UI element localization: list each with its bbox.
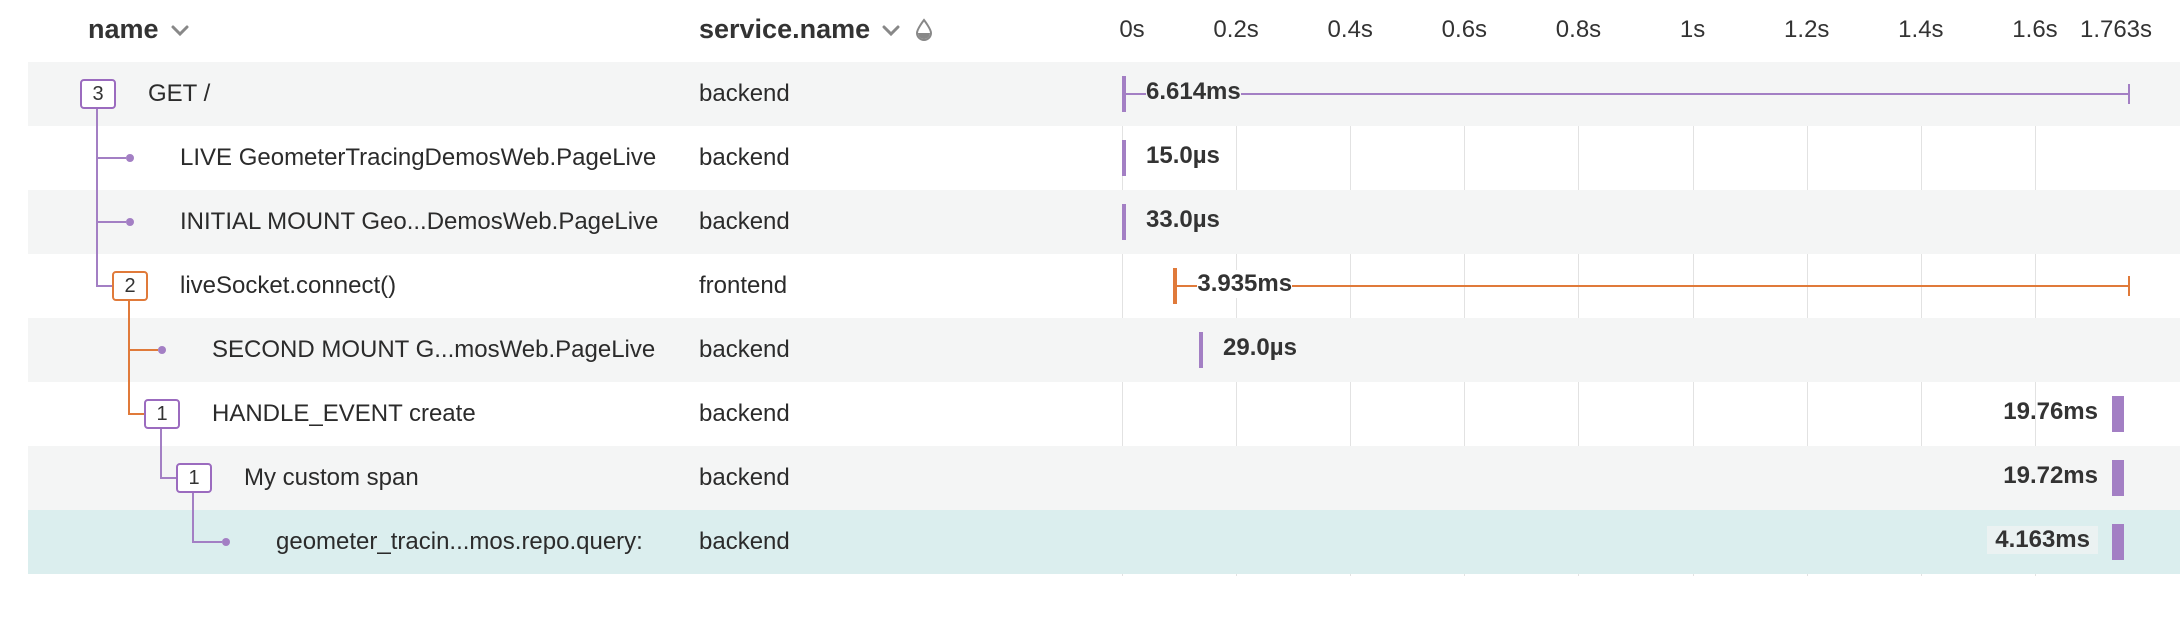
tree-connector-vertical [192,493,194,542]
span-duration-bar[interactable] [2112,460,2124,496]
span-duration-label: 19.72ms [2003,462,2098,489]
span-service-name: backend [699,336,790,363]
span-service-name: backend [699,528,790,555]
span-name: geometer_tracin...mos.repo.query: [276,528,643,555]
tree-connector-vertical [160,429,162,478]
span-whisker-line [1177,285,2128,287]
service-column-header[interactable]: service.name [699,14,934,45]
span-service-name: backend [699,80,790,107]
span-row[interactable]: liveSocket.connect() frontend 2 3.935ms [28,254,2180,318]
tree-connector-vertical [96,109,98,286]
span-row[interactable]: GET / backend 3 6.614ms [28,62,2180,126]
timeline-tick-label: 1.4s [1898,16,1944,43]
timeline-tick-label: 1.6s [2012,16,2058,43]
tree-connector-horizontal [128,349,158,351]
child-count-badge[interactable]: 2 [112,271,148,301]
chevron-down-icon[interactable] [169,19,191,41]
tree-connector-vertical [128,301,130,414]
span-duration-bar[interactable] [1199,332,1204,368]
span-row[interactable]: geometer_tracin...mos.repo.query: backend… [28,510,2180,574]
span-duration-label: 4.163ms [1987,526,2098,554]
span-duration-bar[interactable] [2112,396,2124,432]
span-name: INITIAL MOUNT Geo...DemosWeb.PageLive [180,208,659,235]
span-duration-label: 33.0µs [1146,206,1220,233]
span-whisker-line [1126,93,2128,95]
tree-connector-horizontal [128,413,144,415]
timeline-tick-label: 0s [1119,16,1145,43]
span-row[interactable]: INITIAL MOUNT Geo...DemosWeb.PageLive bac… [28,190,2180,254]
span-service-name: backend [699,464,790,491]
span-service-name: backend [699,400,790,427]
span-duration-label: 3.935ms [1197,270,1293,298]
tree-connector-horizontal [96,221,126,223]
span-name: HANDLE_EVENT create [212,400,476,427]
span-name: GET / [148,80,211,107]
timeline-tick-label: 0.6s [1441,16,1488,43]
span-duration-bar[interactable] [2112,524,2124,560]
span-row[interactable]: SECOND MOUNT G...mosWeb.PageLive backend 2… [28,318,2180,382]
timeline-tick-label: 1.763s [2079,16,2153,43]
timeline-tick-label: 0.2s [1213,16,1259,43]
trace-view: name service.name 0s 0.2s 0.4s 0.6s 0.8s 1s 1.… [28,0,2180,580]
span-duration-bar[interactable] [1122,204,1126,240]
name-column-label: name [88,14,159,44]
leaf-node-dot [126,218,134,226]
span-row[interactable]: LIVE GeometerTracingDemosWeb.PageLive bac… [28,126,2180,190]
span-name: liveSocket.connect() [180,272,397,299]
timeline-tick-label: 0.8s [1555,16,1602,43]
tree-connector-horizontal [96,157,126,159]
child-count-badge[interactable]: 1 [176,463,212,493]
span-name: SECOND MOUNT G...mosWeb.PageLive [212,336,656,363]
timeline-tick-label: 1s [1679,16,1706,43]
leaf-node-dot [158,346,166,354]
span-whisker-end [2128,84,2130,104]
span-duration-label: 6.614ms [1146,78,1241,106]
tree-connector-horizontal [96,285,112,287]
span-duration-label: 19.76ms [2003,398,2098,425]
tree-connector-horizontal [192,541,222,543]
span-duration-bar[interactable] [1122,140,1126,176]
timeline-tick-label: 0.4s [1327,16,1373,43]
leaf-node-dot [222,538,230,546]
trace-header: name service.name 0s 0.2s 0.4s 0.6s 0.8s 1s 1.… [28,0,2180,63]
span-service-name: backend [699,144,790,171]
span-service-name: frontend [699,272,788,299]
child-count-badge[interactable]: 1 [144,399,180,429]
span-row[interactable]: My custom span backend 1 19.72ms [28,446,2180,510]
name-column-header[interactable]: name [88,14,191,45]
span-row[interactable]: HANDLE_EVENT create backend 1 19.76ms [28,382,2180,446]
timeline-tick-label: 1.2s [1784,16,1830,43]
chevron-down-icon[interactable] [880,19,902,41]
span-name: LIVE GeometerTracingDemosWeb.PageLive [180,144,657,171]
span-duration-label: 15.0µs [1146,142,1220,169]
span-duration-label: 29.0µs [1223,334,1297,361]
span-whisker-end [2128,276,2130,296]
tree-connector-horizontal [160,477,176,479]
leaf-node-dot [126,154,134,162]
child-count-badge[interactable]: 3 [80,79,116,109]
span-name: My custom span [244,464,419,491]
droplet-icon[interactable] [914,17,934,42]
service-column-label: service.name [699,14,871,44]
span-service-name: backend [699,208,790,235]
